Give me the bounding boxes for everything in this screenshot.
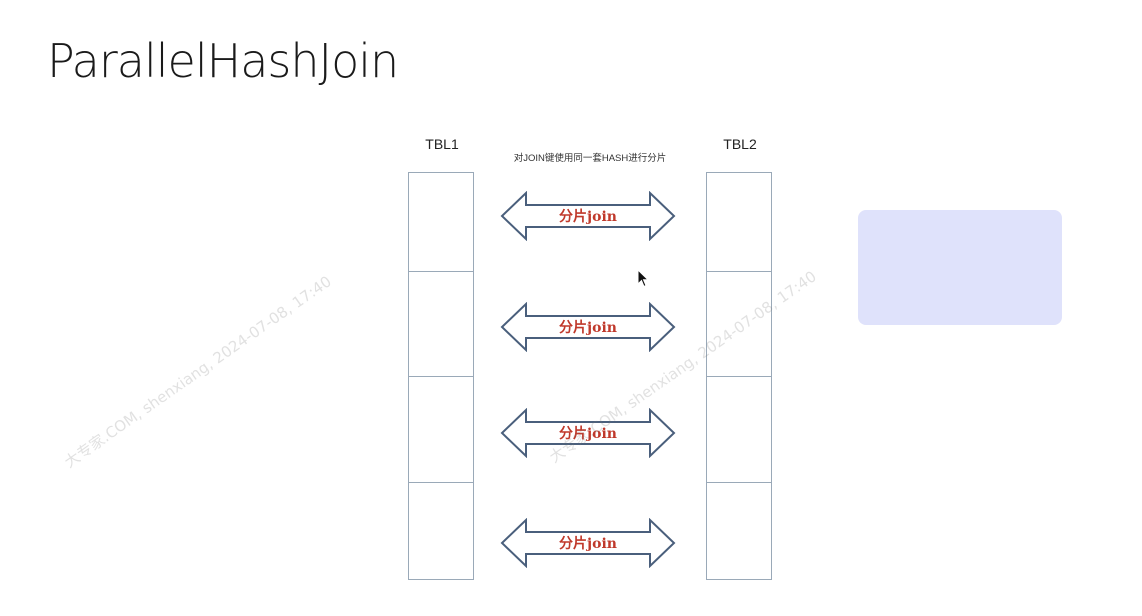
join-arrow-1: 分片join	[500, 191, 676, 241]
hash-note: 对JOIN键使用同一套HASH进行分片	[513, 153, 667, 164]
tbl1-partition-2	[409, 271, 473, 377]
join-arrow-2: 分片join	[500, 302, 676, 352]
tbl2-partition-2	[707, 271, 771, 377]
join-arrow-4: 分片join	[500, 518, 676, 568]
tbl1-label: TBL1	[425, 136, 459, 152]
join-arrow-label: 分片join	[559, 536, 617, 552]
tbl2-partition-4	[707, 482, 771, 580]
join-arrow-label: 分片join	[559, 320, 617, 336]
mouse-cursor-icon	[637, 269, 649, 288]
tbl2-partition-1	[707, 173, 771, 272]
tbl2-label: TBL2	[723, 136, 757, 152]
tbl2-partition-3	[707, 376, 771, 483]
tbl1-partition-1	[409, 173, 473, 272]
join-arrow-label: 分片join	[559, 426, 617, 442]
tbl1-partition-4	[409, 482, 473, 580]
side-box	[858, 210, 1062, 325]
watermark: 大专家.COM, shenxiang, 2024-07-08, 17:40	[61, 272, 335, 472]
tbl2-column	[706, 172, 772, 580]
tbl1-column	[408, 172, 474, 580]
join-arrow-label: 分片join	[559, 209, 617, 225]
join-arrow-3: 分片join	[500, 408, 676, 458]
slide-title: ParallelHashJoin	[47, 34, 399, 88]
tbl1-partition-3	[409, 376, 473, 483]
